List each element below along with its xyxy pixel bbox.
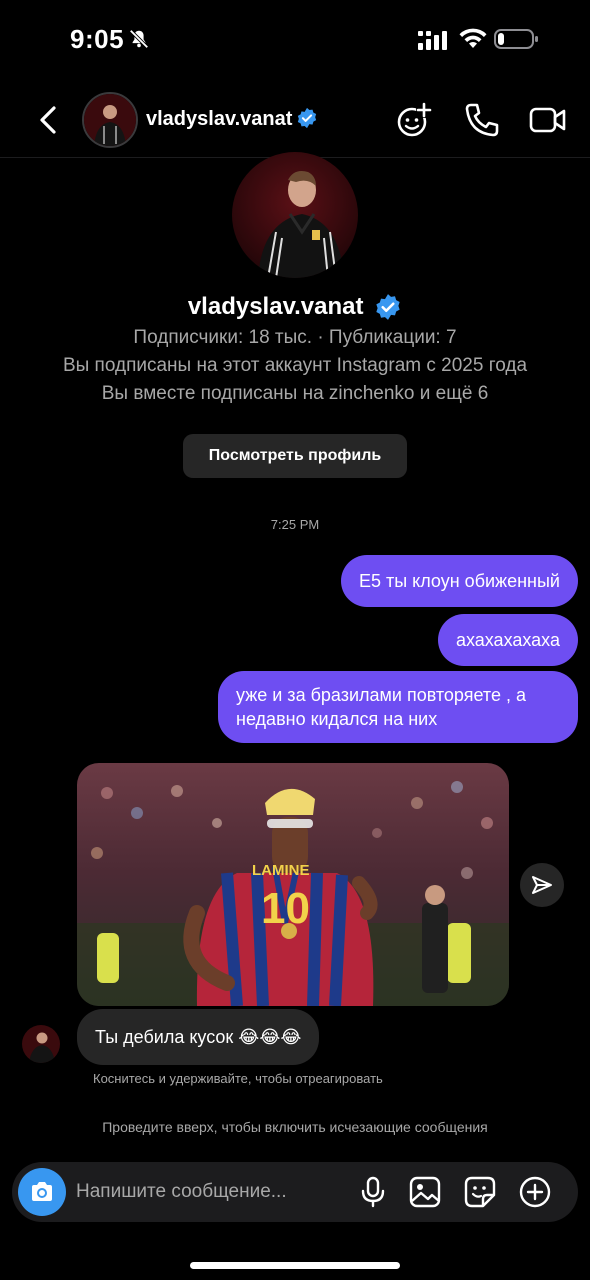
header-avatar[interactable] xyxy=(82,92,138,148)
home-indicator[interactable] xyxy=(190,1262,400,1269)
camera-icon xyxy=(32,1182,52,1201)
cellular-signal-icon xyxy=(418,31,447,50)
sender-avatar[interactable] xyxy=(22,1025,60,1063)
bell-muted-icon xyxy=(129,29,149,49)
paper-plane-icon xyxy=(532,876,552,894)
profile-followed-since: Вы подписаны на этот аккаунт Instagram с… xyxy=(62,355,528,376)
video-call-icon[interactable] xyxy=(528,100,568,140)
view-profile-button[interactable]: Посмотреть профиль xyxy=(183,434,407,478)
incoming-photo-message[interactable]: LAMINE 10 xyxy=(77,763,509,1006)
incoming-message[interactable]: Ты дебила кусок 😂😂😂 xyxy=(77,1009,320,1065)
profile-username: vladyslav.vanat xyxy=(0,292,590,321)
message-line: недавно кидался на них xyxy=(236,709,438,729)
microphone-icon[interactable] xyxy=(356,1175,390,1209)
status-bar: 9:05 xyxy=(0,0,590,80)
back-arrow-icon[interactable] xyxy=(32,100,68,140)
verified-badge-large-icon xyxy=(376,293,400,320)
battery-icon xyxy=(494,29,538,49)
vanish-mode-hint: Проведите вверх, чтобы включить исчезающ… xyxy=(102,1119,488,1135)
outgoing-message[interactable]: уже и за бразилами повторяете , а недавн… xyxy=(218,671,578,743)
profile-stats: Подписчики: 18 тыс. · Публикации: 7 xyxy=(133,327,457,348)
status-time: 9:05 xyxy=(70,24,125,54)
phone-call-icon[interactable] xyxy=(462,100,502,140)
sticker-icon[interactable] xyxy=(463,1175,497,1209)
message-input[interactable] xyxy=(76,1178,316,1206)
header-username[interactable]: vladyslav.vanat xyxy=(146,108,292,131)
share-button[interactable] xyxy=(520,863,564,907)
outgoing-message[interactable]: ахахахахаха xyxy=(437,614,578,666)
chat-header: vladyslav.vanat xyxy=(0,82,590,158)
svg-text:LAMINE: LAMINE xyxy=(252,862,310,879)
verified-badge-icon xyxy=(297,107,317,129)
message-composer xyxy=(12,1162,578,1222)
profile-avatar[interactable] xyxy=(232,152,358,278)
message-line: уже и за бразилами повторяете , а xyxy=(236,685,526,705)
message-timestamp: 7:25 PM xyxy=(270,517,320,532)
profile-mutual-followers: Вы вместе подписаны на zinchenko и ещё 6 xyxy=(101,383,489,404)
plus-circle-icon[interactable] xyxy=(518,1175,552,1209)
add-people-icon[interactable] xyxy=(394,100,434,140)
gallery-icon[interactable] xyxy=(408,1175,442,1209)
outgoing-message[interactable]: Е5 ты клоун обиженный xyxy=(340,555,578,607)
svg-text:10: 10 xyxy=(261,884,310,933)
dm-screen: 9:05 vladyslav.vanat vladyslav.vanat Под… xyxy=(0,0,590,1280)
wifi-icon xyxy=(459,28,487,48)
reaction-hint: Коснитесь и удерживайте, чтобы отреагиро… xyxy=(93,1071,383,1086)
camera-button[interactable] xyxy=(18,1168,66,1216)
